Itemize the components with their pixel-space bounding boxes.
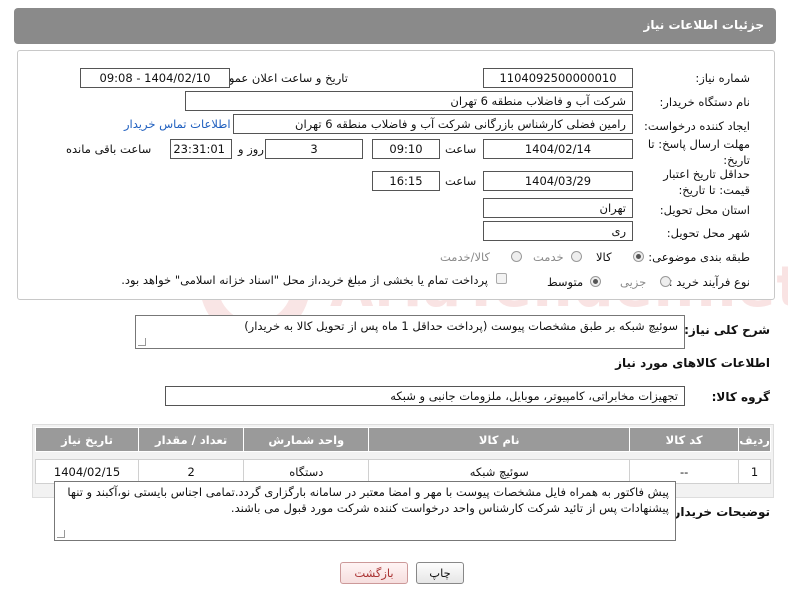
- description-field: سوئیچ شبکه بر طبق مشخصات پیوست (پرداخت ح…: [135, 315, 685, 349]
- city-field: ری: [483, 221, 633, 241]
- city-label: شهر محل تحویل:: [666, 226, 750, 240]
- process-radio-medium[interactable]: [590, 276, 601, 287]
- days-field: 3: [265, 139, 363, 159]
- need-number-label: شماره نیاز:: [695, 71, 750, 85]
- col-header-code: کد کالا: [629, 427, 740, 452]
- announce-field: 1404/02/10 - 09:08: [80, 68, 230, 88]
- price-time-label: ساعت: [445, 174, 477, 188]
- creator-field: رامین فضلی کارشناس بازرگانی شرکت آب و فا…: [233, 114, 633, 134]
- creator-label: ایجاد کننده درخواست:: [644, 119, 750, 133]
- payment-note: پرداخت تمام یا بخشی از مبلغ خرید،از محل …: [121, 273, 488, 287]
- process-option-minor: جزیی: [620, 275, 647, 289]
- goods-group-field: تجهیزات مخابراتی، کامپیوتر، موبایل، ملزو…: [165, 386, 685, 406]
- col-header-name: نام کالا: [368, 427, 631, 452]
- payment-checkbox[interactable]: [496, 273, 507, 284]
- reply-time-field: 09:10: [372, 139, 440, 159]
- days-label: روز و: [238, 142, 264, 156]
- buyer-notes-field: پیش فاکتور به همراه فایل مشخصات پیوست با…: [54, 481, 676, 541]
- price-validity-label: حداقل تاریخ اعتبار قیمت: تا تاریخ:: [663, 167, 750, 197]
- process-label: نوع فرآیند خرید :: [668, 275, 750, 289]
- description-label: شرح کلی نیاز:: [684, 323, 770, 337]
- reply-deadline-label: مهلت ارسال پاسخ: تا تاریخ:: [647, 137, 750, 167]
- cell-code: --: [629, 459, 740, 484]
- cell-date: 1404/02/15: [34, 459, 140, 484]
- description-text: سوئیچ شبکه بر طبق مشخصات پیوست (پرداخت ح…: [244, 319, 678, 333]
- page-header: جزئیات اطلاعات نیاز: [14, 8, 776, 44]
- buyer-notes-label: توضیحات خریدار:: [668, 505, 770, 519]
- category-option-service: خدمت: [533, 250, 564, 264]
- province-label: استان محل تحویل:: [659, 203, 750, 217]
- price-date-field: 1404/03/29: [483, 171, 633, 191]
- buyer-contact-link[interactable]: اطلاعات تماس خریدار: [124, 117, 231, 131]
- reply-time-label: ساعت: [445, 142, 477, 156]
- col-header-row: ردیف: [738, 427, 771, 452]
- buyer-org-field: شرکت آب و فاضلاب منطقه 6 تهران: [185, 91, 633, 111]
- process-option-medium: متوسط: [547, 275, 584, 289]
- cell-qty: 2: [138, 459, 245, 484]
- announce-label: تاریخ و ساعت اعلان عمومی:: [209, 71, 348, 85]
- col-header-date: تاریخ نیاز: [34, 427, 140, 452]
- category-radio-goods[interactable]: [633, 251, 644, 262]
- reply-date-field: 1404/02/14: [483, 139, 633, 159]
- page-title: جزئیات اطلاعات نیاز: [643, 18, 764, 32]
- cell-row: 1: [738, 459, 771, 484]
- process-radio-minor[interactable]: [660, 276, 671, 287]
- remaining-label: ساعت باقی مانده: [66, 142, 152, 156]
- buyer-notes-text: پیش فاکتور به همراه فایل مشخصات پیوست با…: [67, 485, 669, 515]
- category-radio-service[interactable]: [571, 251, 582, 262]
- notes-resize-handle[interactable]: [57, 530, 65, 538]
- cell-unit: دستگاه: [243, 459, 370, 484]
- col-header-unit: واحد شمارش: [243, 427, 370, 452]
- category-label: طبقه بندی موضوعی:: [648, 250, 750, 264]
- remaining-time-field: 23:31:01: [170, 139, 232, 159]
- resize-handle[interactable]: [138, 338, 146, 346]
- goods-section-title: اطلاعات کالاهای مورد نیاز: [615, 356, 770, 370]
- province-field: تهران: [483, 198, 633, 218]
- table-row: 1 -- سوئیچ شبکه دستگاه 2 1404/02/15: [34, 459, 771, 484]
- price-time-field: 16:15: [372, 171, 440, 191]
- category-option-goods: کالا: [596, 250, 612, 264]
- goods-table-header-row: ردیف کد کالا نام کالا واحد شمارش تعداد /…: [34, 427, 771, 452]
- need-number-field: 1104092500000010: [483, 68, 633, 88]
- goods-table: ردیف کد کالا نام کالا واحد شمارش تعداد /…: [34, 427, 771, 484]
- category-option-goods-service: کالا/خدمت: [440, 250, 491, 264]
- cell-name: سوئیچ شبکه: [368, 459, 631, 484]
- col-header-qty: تعداد / مقدار: [138, 427, 245, 452]
- back-button[interactable]: بازگشت: [340, 562, 408, 584]
- buyer-org-label: نام دستگاه خریدار:: [659, 95, 750, 109]
- goods-group-label: گروه کالا:: [711, 390, 770, 404]
- category-radio-goods-service[interactable]: [511, 251, 522, 262]
- print-button[interactable]: چاپ: [416, 562, 464, 584]
